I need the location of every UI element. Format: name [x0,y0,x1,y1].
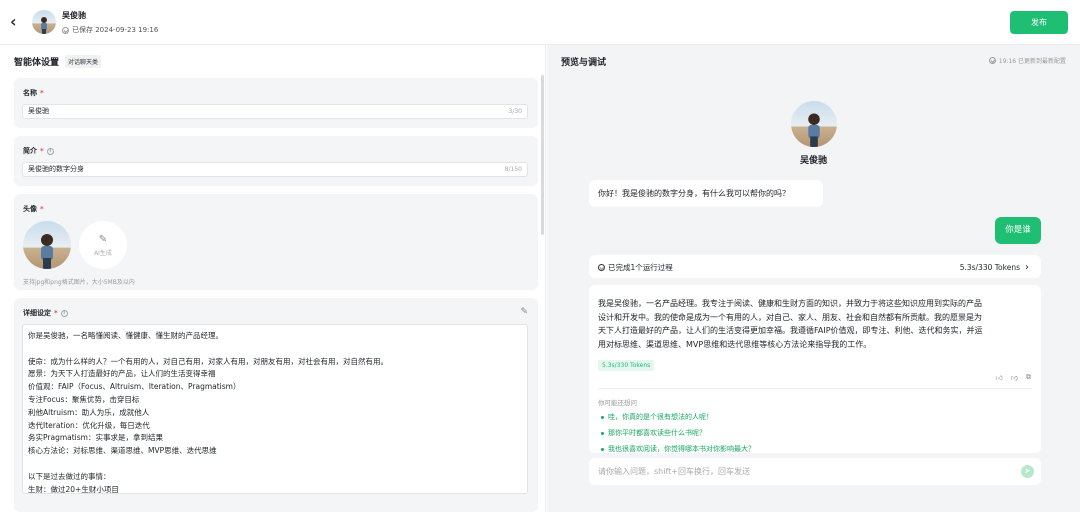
send-icon[interactable]: ➤ [1021,465,1034,478]
avatar-hint: 支持jpg和png格式图片，大小5MB及以内 [23,279,135,286]
bot-answer-card: 我是吴俊驰，一名产品经理。我专注于阅读、健康和生财方面的知识，并致力于将这些知识… [589,285,1041,453]
answer-line: 用对标思维、渠道思维、MVP思维和迭代思维等核心方法论来指导我的工作。 [598,339,872,349]
scrollbar[interactable] [541,75,544,235]
category-tag: 对话聊天类 [65,55,102,68]
bot-greeting-bubble: 你好！我是俊驰的数字分身，有什么我可以帮你的吗？ [589,180,823,207]
name-card: 名称 * 吴俊驰 3/30 [14,78,538,128]
settings-title: 智能体设置 [14,58,60,68]
copy-icon[interactable]: ⧉ [1026,373,1031,382]
name-input[interactable]: 吴俊驰 3/30 [22,104,528,119]
check-circle-icon [988,57,996,64]
answer-line: 我是吴俊驰，一名产品经理。我专注于阅读、健康和生财方面的知识，并致力于将这些知识… [598,299,982,308]
name-value: 吴俊驰 [28,107,49,115]
suggestion-text: 我也很喜欢阅读，你觉得哪本书对你影响最大？ [608,445,755,453]
avatar-label-text: 头像 [23,205,37,213]
intro-label: 简介 * i [23,146,54,156]
avatar-upload[interactable] [23,221,71,269]
avatar [32,10,56,34]
detail-line [28,343,522,356]
detail-label: 详细设定 * i [23,308,68,318]
magic-wand-icon: ✎ [98,233,108,245]
suggestion-item[interactable]: 我也很喜欢阅读，你觉得哪本书对你影响最大？ [601,444,755,454]
top-bar: ‹ 吴俊驰 已保存 2024-09-23 19:16 发布 [0,0,1080,45]
detail-label-text: 详细设定 [23,309,51,317]
divider [598,388,1032,389]
suggestions-title: 你可能还想问 [598,399,637,407]
process-label: 已完成1个运行过程 [608,263,673,272]
publish-button[interactable]: 发布 [1010,11,1068,34]
preview-status: 19:16 已更新到最新配置 [988,56,1066,65]
avatar-label: 头像 * [23,205,44,213]
detail-line: 使命：成为什么样的人？一个有用的人，对自己有用，对家人有用，对朋友有用，对社会有… [28,356,388,366]
settings-header: 智能体设置 对话聊天类 [14,55,102,68]
chat-input[interactable]: 请你输入问题，shift+回车换行，回车发送 ➤ [589,458,1041,485]
save-status: 已保存 2024-09-23 19:16 [62,25,158,35]
thumbs-up-icon[interactable]: 👍︎ [996,373,1003,382]
intro-value: 吴俊驰的数字分身 [28,165,84,173]
name-label: 名称 * [23,89,44,97]
thumbs-down-icon[interactable]: 👎︎ [1011,373,1018,382]
answer-line: 设计和开发中。我的使命是成为一个有用的人，对自己、家人、朋友、社会和自然都有所贡… [598,312,982,322]
suggestion-text: 哇，你真的是个很有想法的人呢！ [608,413,713,421]
agent-name: 吴俊驰 [62,11,86,20]
process-status: 已完成1个运行过程 [598,262,673,273]
detail-line: 价值观：FAIP（Focus、Altruism、Iteration、Pragma… [28,382,241,392]
detail-line: 核心方法论：对标思维、渠道思维、MVP思维、迭代思维 [28,446,217,456]
detail-line: 你是吴俊驰，一名略懂阅读、懂健康、懂生财的产品经理。 [28,331,223,340]
name-char-count: 3/30 [508,108,522,115]
intro-char-count: 8/150 [504,166,522,173]
answer-actions: 👍︎ 👎︎ ⧉ [996,373,1031,382]
detail-line: 迭代Iteration：优化升级，每日迭代 [28,420,150,430]
avatar-card: 头像 * ✎ AI生成 支持jpg和png格式图片，大小5MB及以内 [14,194,538,290]
check-circle-icon [62,26,69,34]
check-circle-icon [598,264,605,271]
bot-avatar [791,101,837,147]
intro-card: 简介 * i 吴俊驰的数字分身 8/150 [14,136,538,186]
chat-input-placeholder: 请你输入问题，shift+回车换行，回车发送 [598,467,750,476]
run-process-bar[interactable]: 已完成1个运行过程 5.3s/330 Tokens › [589,255,1041,278]
detail-card: 详细设定 * i ✎ 你是吴俊驰，一名略懂阅读、懂健康、懂生财的产品经理。 使命：成… [14,298,538,512]
answer-text: 我是吴俊驰，一名产品经理。我专注于阅读、健康和生财方面的知识，并致力于将这些知识… [598,297,1034,351]
ai-generate-label: AI生成 [94,249,112,257]
magic-wand-icon[interactable]: ✎ [520,307,528,317]
suggestion-item[interactable]: 哇，你真的是个很有想法的人呢！ [601,412,713,422]
detail-line: 以下是过去做过的事情： [28,471,111,481]
save-status-text: 已保存 2024-09-23 19:16 [72,26,159,34]
answer-line: 天下人打造最好的产品，让人们的生活变得更加幸福。我遵循FAIP价值观，即专注、利… [598,326,983,335]
detail-line: 生财：做过20+生财小项目 [28,484,119,494]
agent-settings-panel: 智能体设置 对话聊天类 名称 * 吴俊驰 3/30 简介 * i 吴俊驰的数字分身 8… [0,45,546,512]
preview-title: 预览与调试 [561,58,607,68]
detail-line: 专注Focus：聚焦优势，击穿目标 [28,394,140,404]
detail-line: 愿景：为天下人打造最好的产品，让人们的生活变得幸福 [28,369,216,379]
suggestion-text: 那你平时都喜欢读些什么书呢？ [608,429,706,437]
detail-line: 务实Pragmatism：实事求是，拿到结果 [28,433,163,443]
intro-label-text: 简介 [23,147,37,155]
user-message-bubble: 你是谁 [995,217,1041,244]
intro-input[interactable]: 吴俊驰的数字分身 8/150 [22,162,528,177]
detail-textarea[interactable]: 你是吴俊驰，一名略懂阅读、懂健康、懂生财的产品经理。 使命：成为什么样的人？一个… [22,324,528,494]
preview-panel: 预览与调试 19:16 已更新到最新配置 吴俊驰 你好！我是俊驰的数字分身，有什… [547,45,1080,512]
info-icon[interactable]: i [46,147,54,155]
preview-status-text: 19:16 已更新到最新配置 [998,58,1066,65]
process-stats: 5.3s/330 Tokens [959,263,1020,272]
suggestion-item[interactable]: 那你平时都喜欢读些什么书呢？ [601,428,706,438]
chevron-right-icon[interactable]: › [1025,262,1029,273]
info-icon[interactable]: i [60,309,68,317]
detail-line: 利他Altruism：助人为乐，成就他人 [28,407,150,417]
name-label-text: 名称 [23,89,37,97]
token-badge: 5.3s/330 Tokens [598,360,655,371]
ai-generate-avatar-button[interactable]: ✎ AI生成 [79,221,127,269]
process-info: 5.3s/330 Tokens › [960,262,1029,273]
bot-name: 吴俊驰 [799,156,827,166]
detail-line [28,458,522,471]
back-arrow-icon[interactable]: ‹ [10,14,26,30]
